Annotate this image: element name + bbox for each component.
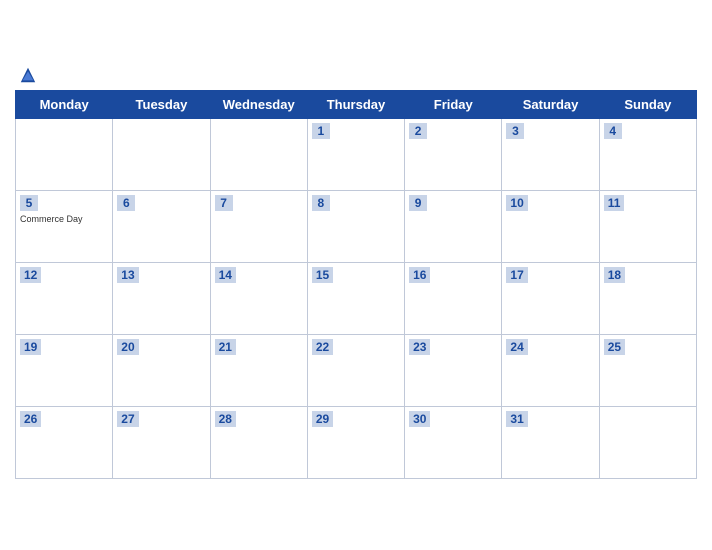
day-cell: 28 (210, 407, 307, 479)
day-cell: 5 Commerce Day (16, 191, 113, 263)
holiday-label: Commerce Day (20, 214, 108, 224)
day-number: 7 (215, 195, 233, 211)
col-header-wednesday: Wednesday (210, 91, 307, 119)
day-number: 2 (409, 123, 427, 139)
logo-text (15, 66, 37, 84)
day-number: 8 (312, 195, 330, 211)
day-number: 6 (117, 195, 135, 211)
week-row-1: 5 Commerce Day 6 7 8 9 10 11 (16, 191, 697, 263)
day-number: 15 (312, 267, 333, 283)
week-row-2: 12 13 14 15 16 17 18 (16, 263, 697, 335)
day-number: 19 (20, 339, 41, 355)
day-cell: 19 (16, 335, 113, 407)
col-header-monday: Monday (16, 91, 113, 119)
week-row-0: 1 2 3 4 (16, 119, 697, 191)
day-number: 4 (604, 123, 622, 139)
day-cell: 20 (113, 335, 210, 407)
day-number: 28 (215, 411, 236, 427)
day-number: 29 (312, 411, 333, 427)
logo-area (15, 66, 37, 84)
day-number: 27 (117, 411, 138, 427)
day-cell: 27 (113, 407, 210, 479)
day-number: 22 (312, 339, 333, 355)
day-cell: 3 (502, 119, 599, 191)
day-number: 17 (506, 267, 527, 283)
day-cell: 8 (307, 191, 404, 263)
day-cell: 23 (405, 335, 502, 407)
day-cell: 21 (210, 335, 307, 407)
day-number: 14 (215, 267, 236, 283)
logo-icon (19, 66, 37, 84)
col-header-saturday: Saturday (502, 91, 599, 119)
col-header-thursday: Thursday (307, 91, 404, 119)
week-row-4: 26 27 28 29 30 31 (16, 407, 697, 479)
day-number: 25 (604, 339, 625, 355)
calendar-header (15, 66, 697, 84)
day-number: 21 (215, 339, 236, 355)
day-cell (16, 119, 113, 191)
day-cell: 25 (599, 335, 696, 407)
day-cell: 24 (502, 335, 599, 407)
day-number: 16 (409, 267, 430, 283)
calendar-container: MondayTuesdayWednesdayThursdayFridaySatu… (0, 56, 712, 494)
day-number: 20 (117, 339, 138, 355)
day-cell: 9 (405, 191, 502, 263)
col-header-sunday: Sunday (599, 91, 696, 119)
day-number: 18 (604, 267, 625, 283)
day-number: 13 (117, 267, 138, 283)
day-number: 31 (506, 411, 527, 427)
day-cell: 6 (113, 191, 210, 263)
day-cell: 15 (307, 263, 404, 335)
day-cell: 17 (502, 263, 599, 335)
day-cell: 16 (405, 263, 502, 335)
day-number: 5 (20, 195, 38, 211)
col-header-friday: Friday (405, 91, 502, 119)
day-cell: 7 (210, 191, 307, 263)
day-cell (113, 119, 210, 191)
day-number: 30 (409, 411, 430, 427)
calendar-table: MondayTuesdayWednesdayThursdayFridaySatu… (15, 90, 697, 479)
day-cell (210, 119, 307, 191)
day-cell: 11 (599, 191, 696, 263)
day-number: 10 (506, 195, 527, 211)
day-cell: 2 (405, 119, 502, 191)
col-header-tuesday: Tuesday (113, 91, 210, 119)
day-cell: 18 (599, 263, 696, 335)
day-number: 11 (604, 195, 625, 211)
day-cell: 1 (307, 119, 404, 191)
day-cell: 30 (405, 407, 502, 479)
day-number: 12 (20, 267, 41, 283)
day-number: 3 (506, 123, 524, 139)
day-cell: 31 (502, 407, 599, 479)
day-number: 23 (409, 339, 430, 355)
day-number: 9 (409, 195, 427, 211)
day-cell: 10 (502, 191, 599, 263)
day-cell: 14 (210, 263, 307, 335)
day-cell: 4 (599, 119, 696, 191)
day-cell: 26 (16, 407, 113, 479)
day-number: 24 (506, 339, 527, 355)
day-cell: 29 (307, 407, 404, 479)
day-number: 26 (20, 411, 41, 427)
day-cell: 12 (16, 263, 113, 335)
day-number: 1 (312, 123, 330, 139)
day-cell: 13 (113, 263, 210, 335)
week-row-3: 19 20 21 22 23 24 25 (16, 335, 697, 407)
day-cell (599, 407, 696, 479)
day-cell: 22 (307, 335, 404, 407)
header-row: MondayTuesdayWednesdayThursdayFridaySatu… (16, 91, 697, 119)
